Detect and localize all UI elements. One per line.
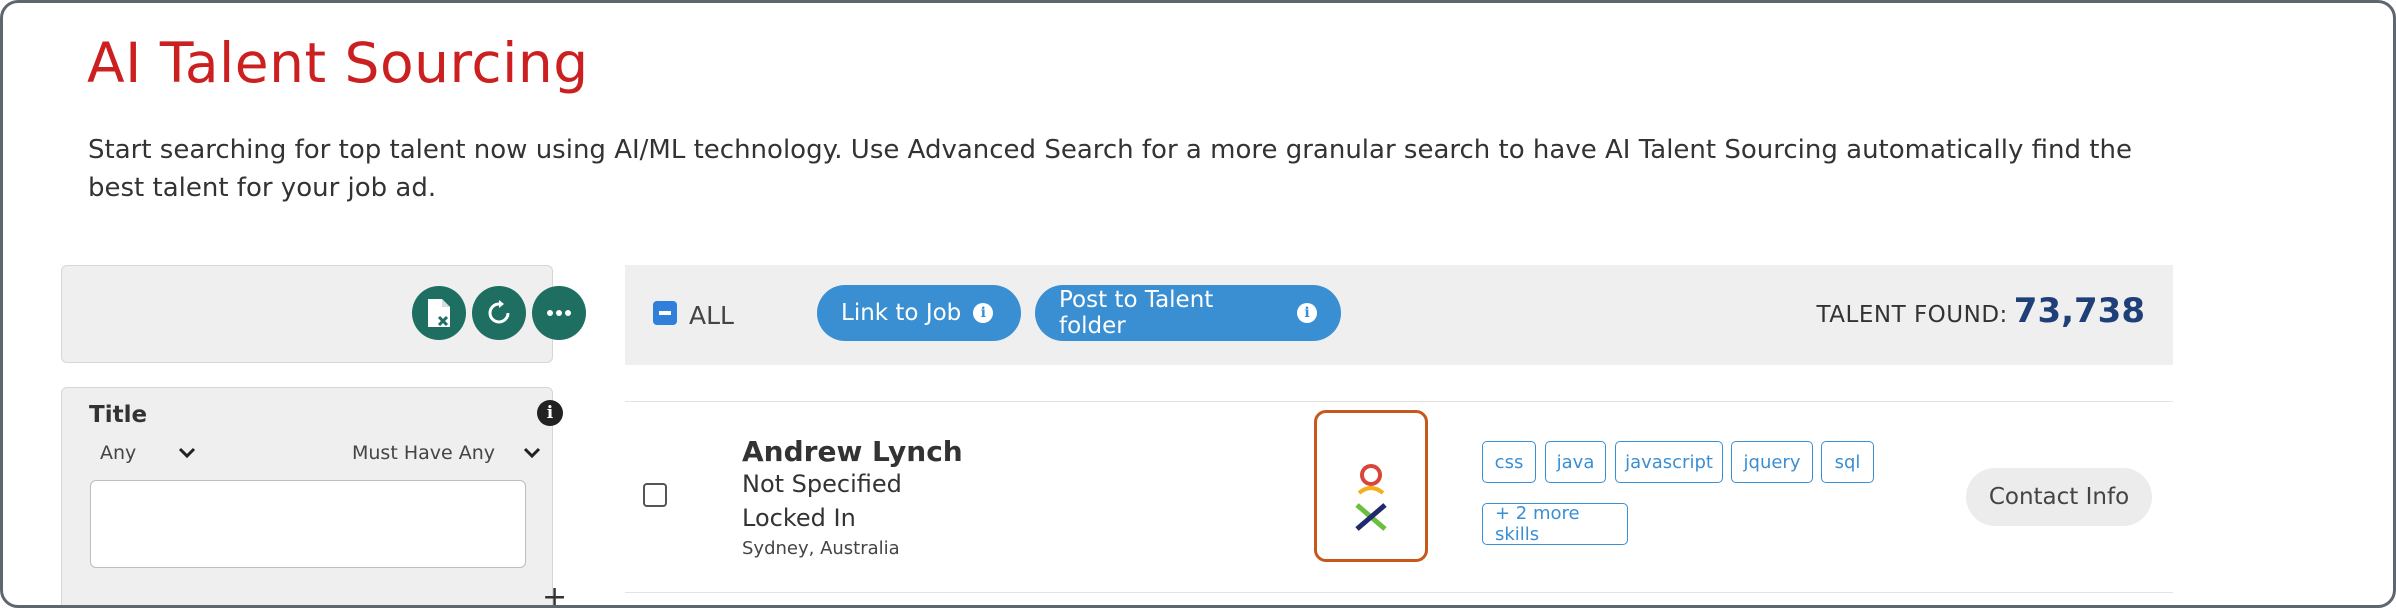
app-window: AI Talent Sourcing Start searching for t…: [0, 0, 2396, 608]
info-icon: i: [973, 303, 994, 323]
page-description: Start searching for top talent now using…: [88, 135, 2132, 203]
source-logo: [1314, 410, 1428, 562]
info-icon: i: [1297, 303, 1317, 323]
post-to-folder-label: Post to Talent folder: [1059, 287, 1214, 339]
reset-button[interactable]: [472, 286, 526, 340]
select-all-checkbox[interactable]: [653, 301, 677, 325]
candidate-name[interactable]: Andrew Lynch: [742, 435, 963, 468]
filter-title-label: Title: [89, 402, 148, 428]
select-all-label: ALL: [689, 301, 734, 330]
skill-tag[interactable]: javascript: [1615, 441, 1723, 483]
candidate-title: Not Specified: [742, 470, 902, 498]
more-icon: [547, 310, 571, 316]
chevron-down-icon: [523, 447, 541, 459]
page-title: AI Talent Sourcing: [87, 31, 589, 95]
divider: [625, 592, 2173, 593]
skill-tag[interactable]: java: [1545, 441, 1606, 483]
add-icon[interactable]: +: [542, 583, 567, 606]
source-logo-icon: [1355, 464, 1387, 531]
candidate-location: Sydney, Australia: [742, 538, 900, 559]
divider: [625, 401, 2173, 402]
talent-found: TALENT FOUND: 73,738: [1817, 291, 2145, 331]
post-to-talent-folder-button[interactable]: Post to Talent folder i: [1035, 285, 1341, 341]
results-header: ALL Link to Job i Post to Talent folder …: [625, 265, 2173, 365]
title-input[interactable]: [90, 480, 526, 568]
candidate-checkbox[interactable]: [643, 483, 667, 507]
scope-select-value: Any: [100, 442, 137, 464]
link-to-job-label: Link to Job: [841, 300, 962, 326]
talent-found-label: TALENT FOUND:: [1816, 302, 2008, 328]
match-select-value: Must Have Any: [352, 442, 496, 464]
export-file-icon: [428, 299, 450, 327]
skill-tag[interactable]: css: [1482, 441, 1536, 483]
more-options-button[interactable]: [532, 286, 586, 340]
link-to-job-button[interactable]: Link to Job i: [817, 285, 1021, 341]
refresh-icon: [488, 300, 510, 324]
skill-tag[interactable]: jquery: [1731, 441, 1813, 483]
contact-info-button[interactable]: Contact Info: [1966, 468, 2152, 526]
title-filter-panel: Title i Any Must Have Any +: [61, 387, 567, 605]
export-file-button[interactable]: [412, 286, 466, 340]
info-icon[interactable]: i: [537, 400, 563, 426]
talent-found-count: 73,738: [2013, 291, 2145, 331]
match-select[interactable]: Must Have Any: [352, 442, 541, 464]
candidate-company: Locked In: [742, 504, 856, 532]
chevron-down-icon: [178, 447, 196, 459]
more-skills-button[interactable]: + 2 more skills: [1482, 503, 1628, 545]
scope-select[interactable]: Any: [100, 442, 196, 464]
skill-tag[interactable]: sql: [1821, 441, 1874, 483]
sidebar-toolbar: [61, 265, 586, 363]
